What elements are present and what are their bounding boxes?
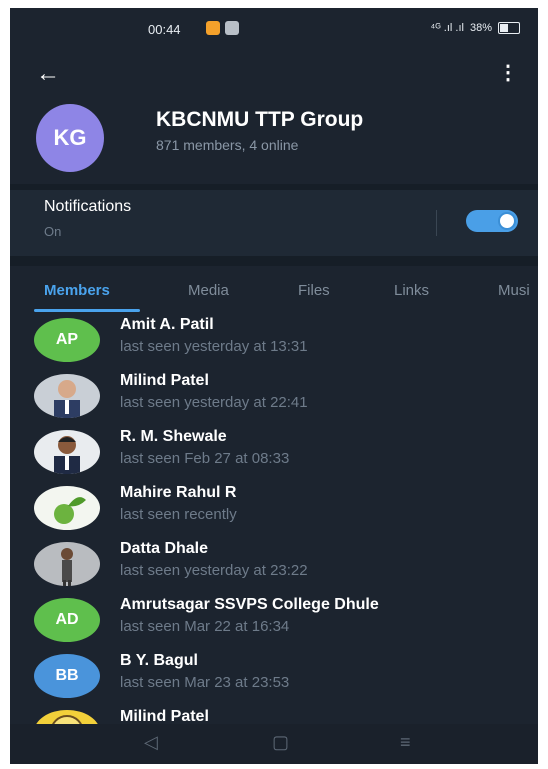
tab-links[interactable]: Links bbox=[394, 282, 429, 299]
member-name: Amrutsagar SSVPS College Dhule bbox=[120, 596, 379, 613]
group-subtitle: 871 members, 4 online bbox=[156, 137, 299, 153]
member-last-seen: last seen recently bbox=[120, 506, 237, 523]
notifications-label: Notifications bbox=[44, 198, 132, 215]
more-vert-icon[interactable]: ⋮ bbox=[498, 60, 518, 85]
member-avatar: AD bbox=[34, 598, 100, 642]
group-header: KG KBCNMU TTP Group 871 members, 4 onlin… bbox=[10, 96, 538, 184]
member-last-seen: last seen Mar 22 at 16:34 bbox=[120, 618, 290, 635]
member-last-seen: last seen yesterday at 23:22 bbox=[120, 562, 308, 579]
member-name: Datta Dhale bbox=[120, 540, 209, 557]
notifications-toggle[interactable] bbox=[466, 210, 518, 232]
member-last-seen: last seen Feb 27 at 08:33 bbox=[120, 450, 290, 467]
member-row[interactable]: AD Amrutsagar SSVPS College Dhule last s… bbox=[10, 592, 538, 648]
divider bbox=[436, 210, 437, 236]
member-avatar: AP bbox=[34, 318, 100, 362]
member-last-seen: last seen yesterday at 13:31 bbox=[120, 338, 308, 355]
member-name: Milind Patel bbox=[120, 372, 209, 389]
media-tabs: Members Media Files Links Musi bbox=[10, 266, 538, 312]
phone-screen: 00:44 ⁴ᴳ .ıl .ıl 38% ← ⋮ KG KBCNMU TTP G… bbox=[10, 8, 538, 764]
member-name: R. M. Shewale bbox=[120, 428, 227, 445]
nav-home-icon[interactable]: ▢ bbox=[272, 732, 289, 753]
section-gap bbox=[10, 256, 538, 266]
app-notification-icon bbox=[225, 21, 239, 35]
members-list: AP Amit A. Patil last seen yesterday at … bbox=[10, 312, 538, 760]
member-last-seen: last seen yesterday at 22:41 bbox=[120, 394, 308, 411]
member-row[interactable]: R. M. Shewale last seen Feb 27 at 08:33 bbox=[10, 424, 538, 480]
member-photo bbox=[34, 486, 100, 530]
member-row[interactable]: Mahire Rahul R last seen recently bbox=[10, 480, 538, 536]
tab-media[interactable]: Media bbox=[188, 282, 229, 299]
status-time: 00:44 bbox=[148, 22, 181, 37]
arrow-left-icon[interactable]: ← bbox=[36, 60, 60, 88]
notification-icons bbox=[206, 21, 239, 35]
status-right: ⁴ᴳ .ıl .ıl 38% bbox=[431, 22, 520, 34]
member-row[interactable]: Milind Patel last seen yesterday at 22:4… bbox=[10, 368, 538, 424]
member-name: Amit A. Patil bbox=[120, 316, 214, 333]
nav-menu-icon[interactable]: ≡ bbox=[400, 732, 411, 753]
signal-icon: ⁴ᴳ .ıl .ıl bbox=[430, 22, 464, 34]
member-row[interactable]: Datta Dhale last seen yesterday at 23:22 bbox=[10, 536, 538, 592]
tab-files[interactable]: Files bbox=[298, 282, 330, 299]
tab-music[interactable]: Musi bbox=[498, 282, 530, 299]
member-photo bbox=[34, 374, 100, 418]
notifications-row[interactable]: Notifications On bbox=[10, 184, 538, 256]
battery-fill bbox=[500, 24, 508, 32]
member-row[interactable]: BB B Y. Bagul last seen Mar 23 at 23:53 bbox=[10, 648, 538, 704]
nav-back-icon[interactable]: ◁ bbox=[144, 732, 158, 753]
member-row[interactable]: AP Amit A. Patil last seen yesterday at … bbox=[10, 312, 538, 368]
member-photo bbox=[34, 430, 100, 474]
group-title: KBCNMU TTP Group bbox=[156, 108, 364, 131]
member-name: Mahire Rahul R bbox=[120, 484, 237, 501]
system-nav-bar: ◁ ▢ ≡ bbox=[10, 724, 538, 764]
notifications-value: On bbox=[44, 224, 62, 239]
app-notification-icon bbox=[206, 21, 220, 35]
battery-percent: 38% bbox=[469, 22, 492, 34]
member-photo bbox=[34, 542, 100, 586]
member-avatar: BB bbox=[34, 654, 100, 698]
member-name: B Y. Bagul bbox=[120, 652, 198, 669]
group-avatar[interactable]: KG bbox=[36, 104, 104, 172]
app-bar: ← ⋮ bbox=[10, 52, 538, 96]
member-last-seen: last seen Mar 23 at 23:53 bbox=[120, 674, 290, 691]
toggle-knob bbox=[498, 212, 516, 230]
tab-members[interactable]: Members bbox=[44, 282, 110, 299]
battery-icon bbox=[498, 22, 520, 34]
status-bar: 00:44 ⁴ᴳ .ıl .ıl 38% bbox=[10, 8, 538, 52]
